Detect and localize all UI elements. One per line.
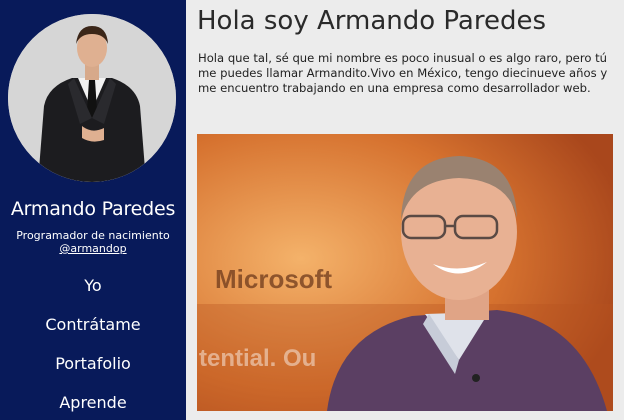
main-content: Hola soy Armando Paredes Hola que tal, s… <box>186 0 624 420</box>
profile-name: Armando Paredes <box>10 198 176 220</box>
profile-subtitle: Programador de nacimiento <box>16 229 170 242</box>
avatar <box>8 14 176 182</box>
backdrop-slogan-text: tential. Ou <box>199 345 316 372</box>
backdrop-brand-text: Microsoft <box>215 264 332 294</box>
sidebar: Armando Paredes Programador de nacimient… <box>0 0 186 420</box>
hero-photo: Microsoft tential. Ou <box>197 134 613 411</box>
nav-item-yo[interactable]: Yo <box>0 274 186 313</box>
intro-paragraph: Hola que tal, sé que mi nombre es poco i… <box>198 51 608 95</box>
page-title: Hola soy Armando Paredes <box>197 6 547 36</box>
main-nav: Yo Contrátame Portafolio Aprende <box>0 274 186 420</box>
avatar-photo <box>8 14 176 182</box>
nav-item-portafolio[interactable]: Portafolio <box>0 352 186 391</box>
hero-photo-image: Microsoft tential. Ou <box>197 134 613 411</box>
nav-item-aprende[interactable]: Aprende <box>0 391 186 420</box>
profile-handle-link[interactable]: @armandop <box>0 242 186 255</box>
nav-item-contratame[interactable]: Contrátame <box>0 313 186 352</box>
